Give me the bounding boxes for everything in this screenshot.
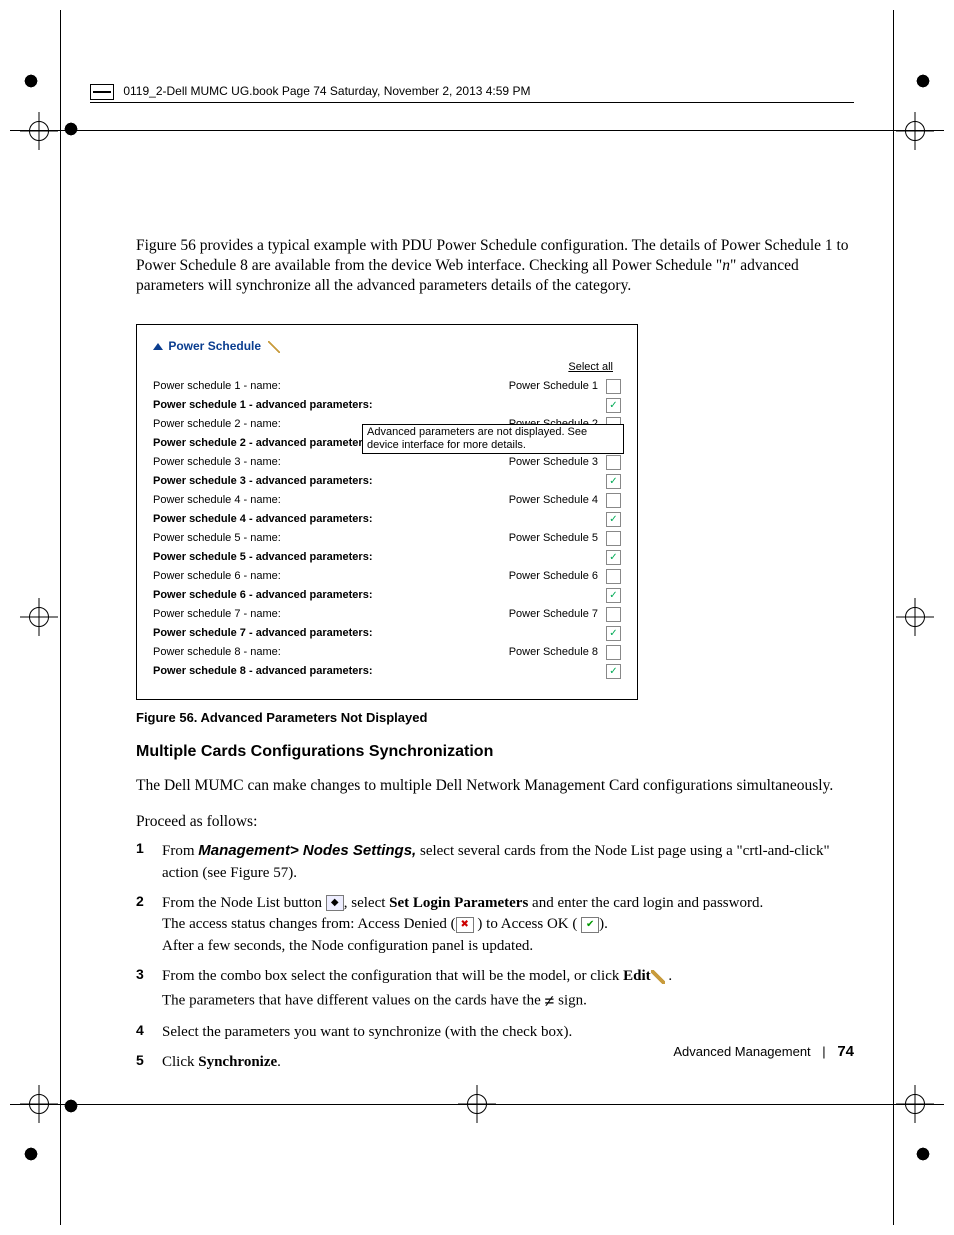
section-p1: The Dell MUMC can make changes to multip… [136,776,854,796]
row-checkbox[interactable]: ✓ [606,474,621,489]
power-schedule-row: Power schedule 5 - name:Power Schedule 5 [153,529,621,548]
node-list-button-icon: ◆ [326,895,344,911]
select-all-row: Select all [153,361,621,373]
row-label: Power schedule 8 - name: [153,646,509,658]
power-schedule-row: Power schedule 8 - name:Power Schedule 8 [153,643,621,662]
row-checkbox[interactable] [606,379,621,394]
step-2: From the Node List button ◆, select Set … [162,893,854,958]
page-footer: Advanced Management | 74 [673,1043,854,1060]
figure-caption: Figure 56. Advanced Parameters Not Displ… [136,710,854,725]
row-checkbox[interactable] [606,607,621,622]
collapse-arrow-icon [153,343,163,350]
select-all-link[interactable]: Select all [568,361,613,373]
row-checkbox[interactable]: ✓ [606,398,621,413]
power-schedule-row: Power schedule 8 - advanced parameters: ✓ [153,662,621,681]
row-value: Power Schedule 4 [509,494,598,506]
row-checkbox[interactable]: ✓ [606,664,621,679]
power-schedule-row: Power schedule 4 - advanced parameters: ✓ [153,510,621,529]
power-schedule-row: Power schedule 6 - name:Power Schedule 6 [153,567,621,586]
edit-pencil-icon [651,970,665,984]
row-checkbox[interactable]: ✓ [606,588,621,603]
row-label: Power schedule 1 - name: [153,380,509,392]
tooltip: Advanced parameters are not displayed. S… [362,424,624,454]
section-p2: Proceed as follows: [136,812,854,832]
access-ok-icon: ✔ [581,917,599,933]
step-1: From Management> Nodes Settings, select … [162,840,854,885]
row-label: Power schedule 7 - advanced parameters: [153,627,598,639]
row-label: Power schedule 4 - advanced parameters: [153,513,598,525]
row-label: Power schedule 1 - advanced parameters: [153,399,598,411]
power-schedule-row: Power schedule 1 - name:Power Schedule 1 [153,377,621,396]
book-icon [90,84,114,100]
row-label: Power schedule 6 - advanced parameters: [153,589,598,601]
row-checkbox[interactable] [606,455,621,470]
row-checkbox[interactable] [606,493,621,508]
row-checkbox[interactable] [606,569,621,584]
header-text: 0119_2-Dell MUMC UG.book Page 74 Saturda… [123,84,530,98]
power-schedule-row: Power schedule 3 - advanced parameters: ✓ [153,472,621,491]
row-label: Power schedule 5 - advanced parameters: [153,551,598,563]
row-checkbox[interactable]: ✓ [606,550,621,565]
step-number: 3 [136,966,162,1014]
row-value: Power Schedule 1 [509,380,598,392]
running-header: 0119_2-Dell MUMC UG.book Page 74 Saturda… [90,84,854,103]
step-number: 4 [136,1022,162,1044]
row-value: Power Schedule 7 [509,608,598,620]
row-label: Power schedule 3 - advanced parameters: [153,475,598,487]
step-3: From the combo box select the configurat… [162,966,854,1014]
row-checkbox[interactable]: ✓ [606,512,621,527]
power-schedule-row: Power schedule 4 - name:Power Schedule 4 [153,491,621,510]
footer-separator: | [822,1044,825,1059]
row-value: Power Schedule 8 [509,646,598,658]
row-label: Power schedule 6 - name: [153,570,509,582]
row-label: Power schedule 7 - name: [153,608,509,620]
row-label: Power schedule 8 - advanced parameters: [153,665,598,677]
row-label: Power schedule 4 - name: [153,494,509,506]
row-value: Power Schedule 3 [509,456,598,468]
figure-power-schedule: Power Schedule Select all Power schedule… [136,324,638,700]
row-value: Power Schedule 6 [509,570,598,582]
step-number: 2 [136,893,162,958]
row-checkbox[interactable] [606,531,621,546]
row-value: Power Schedule 5 [509,532,598,544]
panel-header: Power Schedule [153,339,621,353]
row-label: Power schedule 3 - name: [153,456,509,468]
intro-paragraph: Figure 56 provides a typical example wit… [136,236,854,296]
footer-section: Advanced Management [673,1044,810,1059]
panel-title: Power Schedule [168,339,261,353]
row-label: Power schedule 5 - name: [153,532,509,544]
power-schedule-row: Power schedule 7 - advanced parameters: ✓ [153,624,621,643]
power-schedule-row: Power schedule 1 - advanced parameters: ✓ [153,396,621,415]
power-schedule-row: Power schedule 5 - advanced parameters: ✓ [153,548,621,567]
step-number: 5 [136,1052,162,1074]
procedure-list: 1 From Management> Nodes Settings, selec… [136,840,854,1073]
not-equal-icon: ≠ [544,988,554,1014]
row-checkbox[interactable]: ✓ [606,626,621,641]
pencil-icon [268,341,280,353]
intro-text-italic: n [722,257,730,274]
step-4: Select the parameters you want to synchr… [162,1022,854,1044]
section-heading: Multiple Cards Configurations Synchroniz… [136,743,854,761]
power-schedule-row: Power schedule 7 - name:Power Schedule 7 [153,605,621,624]
step-number: 1 [136,840,162,885]
row-checkbox[interactable] [606,645,621,660]
page-number: 74 [837,1043,854,1060]
access-denied-icon: ✖ [456,917,474,933]
page-content: Figure 56 provides a typical example wit… [136,220,854,1081]
power-schedule-row: Power schedule 3 - name:Power Schedule 3 [153,453,621,472]
power-schedule-row: Power schedule 6 - advanced parameters: ✓ [153,586,621,605]
